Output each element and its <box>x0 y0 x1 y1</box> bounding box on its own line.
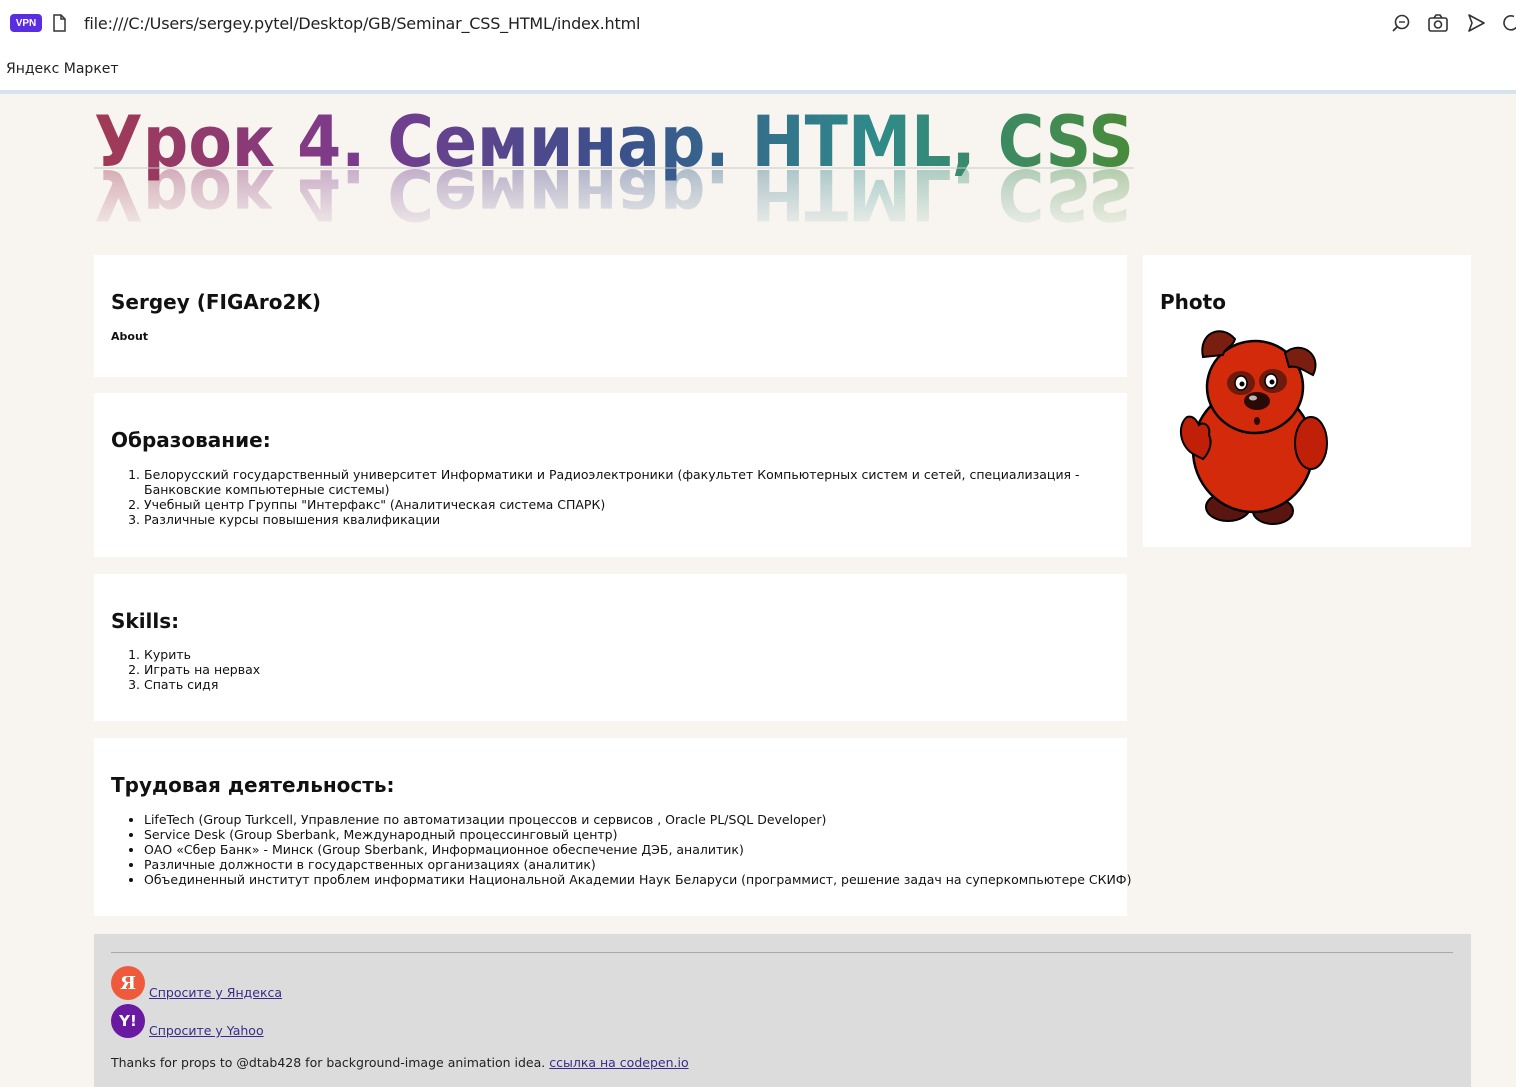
yahoo-link[interactable]: Спросите у Yahoo <box>149 1023 264 1038</box>
list-item: Курить <box>144 647 260 662</box>
work-card: Трудовая деятельность: LifeTech (Group T… <box>94 738 1131 916</box>
url-text[interactable]: file:///C:/Users/sergey.pytel/Desktop/GB… <box>84 14 640 33</box>
page-title: Урок 4. Семинар. HTML, CSS Урок 4. Семин… <box>94 101 1134 235</box>
address-bar: VPN file:///C:/Users/sergey.pytel/Deskto… <box>0 0 1516 49</box>
list-item: Service Desk (Group Sberbank, Международ… <box>144 827 1134 842</box>
yandex-logo-icon[interactable]: Я <box>111 966 145 1000</box>
winnie-the-pooh-image <box>1179 330 1328 525</box>
skills-list: Курить Играть на нервах Спать сидя <box>111 647 260 692</box>
education-list: Белорусский государственный университет … <box>111 467 1104 527</box>
send-icon[interactable] <box>1465 12 1487 34</box>
list-item: Белорусский государственный университет … <box>144 467 1104 497</box>
camera-icon[interactable] <box>1427 12 1449 34</box>
reload-icon[interactable] <box>1500 12 1516 34</box>
work-list: LifeTech (Group Turkcell, Управление по … <box>111 812 1134 887</box>
list-item: ОАО «Сбер Банк» - Минск (Group Sberbank,… <box>144 842 1134 857</box>
footer: Я Спросите у Яндекса Y! Спросите у Yahoo… <box>94 934 1471 1087</box>
yahoo-link-row: Y! Спросите у Yahoo <box>111 1004 264 1038</box>
list-item: LifeTech (Group Turkcell, Управление по … <box>144 812 1134 827</box>
bookmarks-bar: Яндекс Маркет <box>0 48 1516 94</box>
photo-heading: Photo <box>1160 290 1226 314</box>
list-item: Объединенный институт проблем информатик… <box>144 872 1134 887</box>
education-card: Образование: Белорусский государственный… <box>94 393 1127 557</box>
work-heading: Трудовая деятельность: <box>111 773 395 797</box>
profile-name: Sergey (FIGAro2K) <box>111 290 322 314</box>
profile-card: Sergey (FIGAro2K) About <box>94 255 1127 377</box>
yandex-link-row: Я Спросите у Яндекса <box>111 966 282 1000</box>
list-item: Учебный центр Группы "Интерфакс" (Аналит… <box>144 497 1104 512</box>
vpn-badge[interactable]: VPN <box>10 14 42 32</box>
photo-card: Photo <box>1143 255 1471 547</box>
yandex-link[interactable]: Спросите у Яндекса <box>149 985 282 1000</box>
bookmark-yandex-market[interactable]: Яндекс Маркет <box>6 61 119 77</box>
list-item: Различные курсы повышения квалификации <box>144 512 1104 527</box>
about-heading: About <box>111 330 149 343</box>
codepen-link[interactable]: ссылка на codepen.io <box>549 1055 688 1070</box>
credit-line: Thanks for props to @dtab428 for backgro… <box>111 1055 689 1070</box>
search-page-icon[interactable] <box>1390 12 1412 34</box>
list-item: Различные должности в государственных ор… <box>144 857 1134 872</box>
yahoo-logo-icon[interactable]: Y! <box>111 1004 145 1038</box>
skills-heading: Skills: <box>111 609 180 633</box>
education-heading: Образование: <box>111 428 271 452</box>
file-icon <box>53 14 66 32</box>
skills-card: Skills: Курить Играть на нервах Спать си… <box>94 574 1127 721</box>
credit-text: Thanks for props to @dtab428 for backgro… <box>111 1055 546 1070</box>
footer-divider <box>111 952 1453 953</box>
list-item: Спать сидя <box>144 677 260 692</box>
title-reflection: Урок 4. Семинар. HTML, CSS <box>94 153 1134 235</box>
list-item: Играть на нервах <box>144 662 260 677</box>
